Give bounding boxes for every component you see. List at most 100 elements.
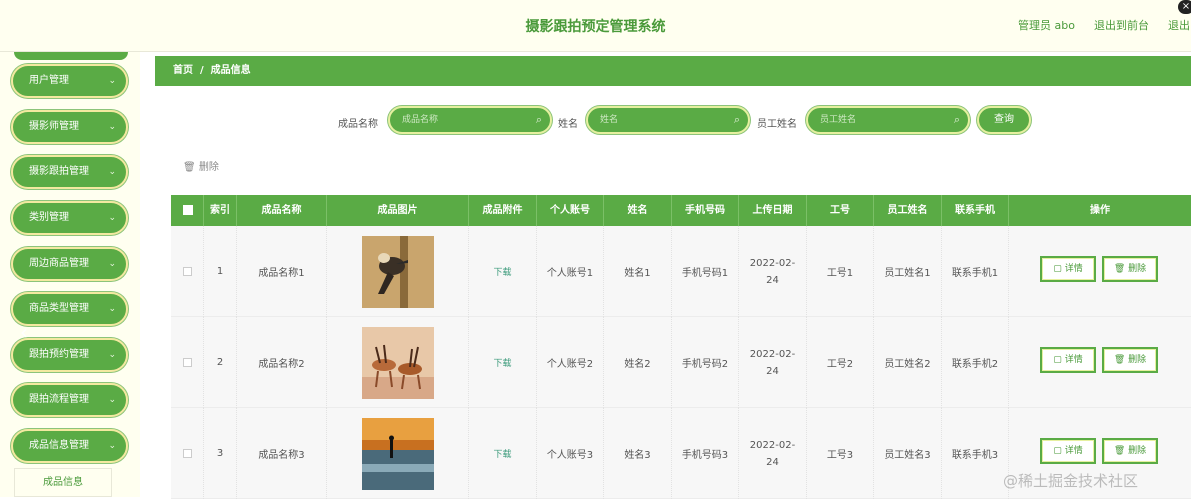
sidebar-item-category-management[interactable]: 类别管理 ⌄ (11, 201, 128, 235)
download-link[interactable]: 下载 (493, 447, 511, 460)
exit-to-front-link[interactable]: 退出到前台 (1094, 17, 1149, 33)
sidebar-item-product-info-management[interactable]: 成品信息管理 ⌄ (11, 429, 128, 463)
person-name-label: 姓名 (558, 119, 578, 130)
col-product-image: 成品图片 (327, 195, 469, 226)
product-thumbnail[interactable] (361, 235, 434, 308)
download-link[interactable]: 下载 (493, 356, 511, 369)
table-row: 2 成品名称2 下载 个人账号2 姓名2 手机号码2 2022-02-24 工号… (171, 317, 1191, 408)
search-button[interactable]: 查询 (977, 106, 1031, 134)
col-index: 索引 (204, 195, 237, 226)
search-icon: ⌕ (733, 113, 740, 126)
cell-account: 个人账号2 (537, 317, 604, 408)
cell-upload-date: 2022-02-24 (739, 226, 807, 317)
cell-actions: ▢ 详情 🗑 删除 (1009, 226, 1191, 317)
batch-delete-label: 删除 (198, 162, 219, 173)
cell-actions: ▢ 详情 🗑 删除 (1009, 317, 1191, 408)
cell-staff-no: 工号2 (807, 317, 874, 408)
breadcrumb-home[interactable]: 首页 (173, 65, 193, 76)
close-icon[interactable]: × (1178, 0, 1191, 14)
cell-product-name: 成品名称2 (237, 317, 327, 408)
cell-staff-no: 工号1 (807, 226, 874, 317)
product-name-input[interactable]: 成品名称 ⌕ (388, 106, 552, 134)
cell-account: 个人账号3 (537, 408, 604, 499)
watermark: @稀土掘金技术社区 (1003, 472, 1139, 490)
download-link[interactable]: 下载 (493, 265, 511, 278)
cell-index: 1 (204, 226, 237, 317)
person-name-input[interactable]: 姓名 ⌕ (586, 106, 750, 134)
trash-icon: 🗑 (1113, 446, 1126, 456)
search-bar: 成品名称 成品名称 ⌕ 姓名 姓名 ⌕ 员工姓名 员工姓名 ⌕ 查询 (155, 104, 1191, 134)
cell-attachment: 下载 (469, 226, 537, 317)
sidebar-item-merch-management[interactable]: 周边商品管理 ⌄ (11, 247, 128, 281)
col-staff-name: 员工姓名 (874, 195, 942, 226)
cell-phone: 手机号码3 (672, 408, 739, 499)
detail-label: 详情 (1064, 355, 1083, 365)
sidebar-item-label: 摄影跟拍管理 (29, 166, 89, 177)
col-actions: 操作 (1090, 205, 1110, 216)
cell-contact: 联系手机3 (942, 408, 1009, 499)
sidebar-item-process-management[interactable]: 跟拍流程管理 ⌄ (11, 383, 128, 417)
row-select-cell[interactable] (171, 408, 204, 499)
delete-button[interactable]: 🗑 删除 (1102, 256, 1158, 282)
admin-user[interactable]: 管理员 abo (1018, 17, 1075, 33)
detail-button[interactable]: ▢ 详情 (1040, 438, 1096, 464)
chevron-down-icon: ⌄ (108, 304, 116, 314)
cell-person-name: 姓名3 (604, 408, 672, 499)
product-name-placeholder: 成品名称 (402, 115, 439, 125)
chevron-down-icon: ⌄ (108, 395, 116, 405)
sidebar-item-label: 商品类型管理 (29, 303, 89, 314)
cell-attachment: 下载 (469, 408, 537, 499)
cell-staff-name: 员工姓名3 (874, 408, 942, 499)
trash-icon: 🗑 (1113, 264, 1126, 274)
product-thumbnail[interactable] (361, 326, 434, 399)
delete-button[interactable]: 🗑 删除 (1102, 347, 1158, 373)
cell-product-image (327, 226, 469, 317)
col-attachment: 成品附件 (469, 195, 537, 226)
row-select-cell[interactable] (171, 226, 204, 317)
logout-link[interactable]: 退出 (1168, 17, 1190, 33)
chevron-down-icon: ⌄ (108, 350, 116, 360)
sidebar-item-label: 周边商品管理 (29, 258, 89, 269)
col-upload-date: 上传日期 (739, 195, 807, 226)
detail-label: 详情 (1064, 446, 1083, 456)
sidebar-item-user-management[interactable]: 用户管理 ⌄ (11, 64, 128, 98)
table-row: 1 成品名称1 下载 个人账号1 姓名1 手机号码1 2022-02-24 工号… (171, 226, 1191, 317)
row-checkbox[interactable] (182, 267, 192, 276)
delete-label: 删除 (1128, 446, 1147, 456)
row-checkbox[interactable] (182, 358, 192, 367)
select-all-cell[interactable] (171, 195, 204, 226)
col-contact: 联系手机 (942, 195, 1009, 226)
sidebar-item-label: 跟拍流程管理 (29, 394, 89, 405)
sidebar-item-product-type-management[interactable]: 商品类型管理 ⌄ (11, 292, 128, 326)
sidebar-item-label: 用户管理 (29, 75, 69, 86)
cell-staff-name: 员工姓名1 (874, 226, 942, 317)
cell-staff-no: 工号3 (807, 408, 874, 499)
staff-name-input[interactable]: 员工姓名 ⌕ (806, 106, 970, 134)
row-checkbox[interactable] (182, 449, 192, 458)
chevron-down-icon: ⌄ (108, 167, 116, 177)
col-staff-no: 工号 (807, 195, 874, 226)
app-title: 摄影跟拍预定管理系统 (525, 19, 666, 35)
delete-label: 删除 (1128, 355, 1147, 365)
col-product-name: 成品名称 (237, 195, 327, 226)
cell-product-image (327, 317, 469, 408)
select-all-checkbox[interactable] (183, 205, 193, 215)
sidebar-item-photographer-management[interactable]: 摄影师管理 ⌄ (11, 110, 128, 144)
detail-button[interactable]: ▢ 详情 (1040, 256, 1096, 282)
cell-phone: 手机号码1 (672, 226, 739, 317)
sidebar-item-booking-management[interactable]: 跟拍预约管理 ⌄ (11, 338, 128, 372)
chevron-left-icon[interactable]: ‹ (20, 320, 28, 344)
detail-label: 详情 (1064, 264, 1083, 274)
cell-account: 个人账号1 (537, 226, 604, 317)
batch-delete-button[interactable]: 🗑 删除 (183, 158, 219, 173)
col-phone: 手机号码 (672, 195, 739, 226)
sidebar-item-follow-shoot-management[interactable]: 摄影跟拍管理 ⌄ (11, 155, 128, 189)
detail-button[interactable]: ▢ 详情 (1040, 347, 1096, 373)
row-select-cell[interactable] (171, 317, 204, 408)
product-thumbnail[interactable] (361, 417, 434, 490)
chevron-down-icon: ⌄ (108, 259, 116, 269)
sidebar-item-label: 跟拍预约管理 (29, 349, 89, 360)
delete-button[interactable]: 🗑 删除 (1102, 438, 1158, 464)
main-content: 首页 / 成品信息 成品名称 成品名称 ⌕ 姓名 姓名 ⌕ 员工姓名 员工姓名 ⌕ 查询 … (155, 52, 1191, 499)
sidebar-subitem-product-info[interactable]: 成品信息 (14, 468, 112, 497)
